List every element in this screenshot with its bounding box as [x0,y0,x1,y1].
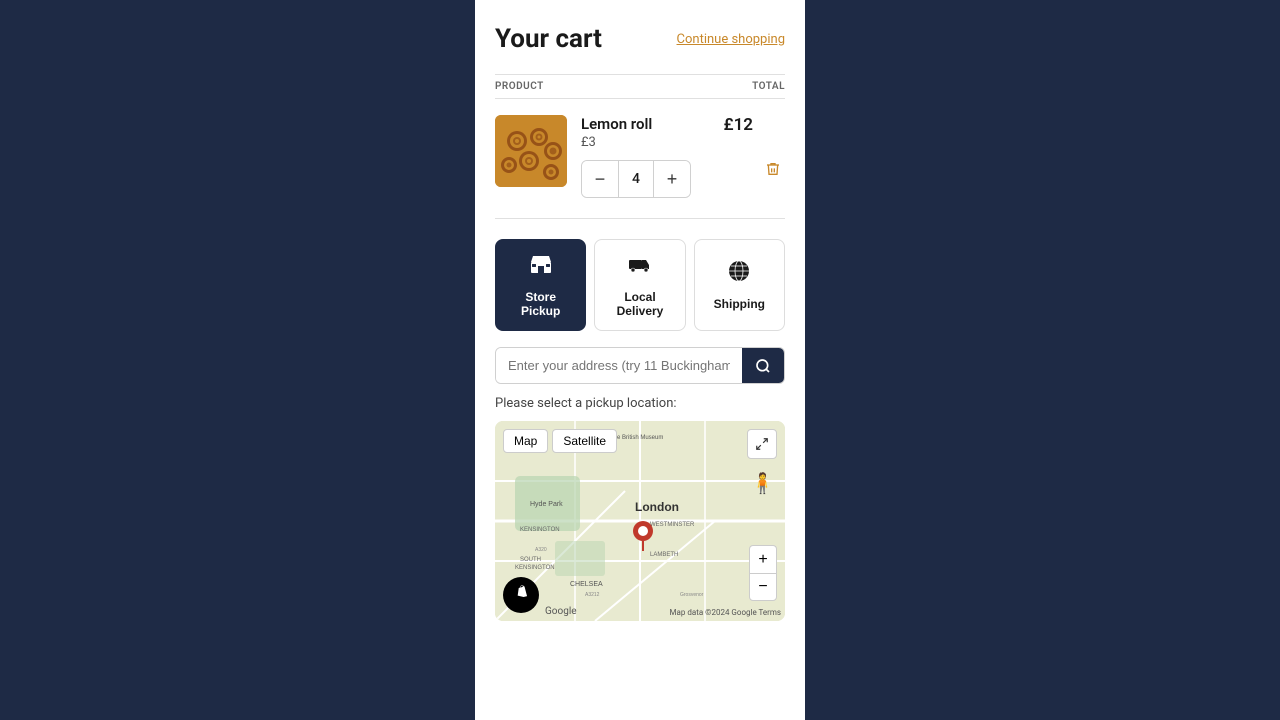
address-search-bar [495,347,785,384]
pegman-control[interactable]: 🧍 [750,471,775,495]
delivery-options: Store Pickup Local Delivery [495,218,785,331]
map-zoom-controls: + − [749,545,777,601]
item-name: Lemon roll [581,115,714,133]
quantity-value: 4 [618,161,654,197]
store-pickup-label: Store Pickup [504,290,577,318]
map-container[interactable]: Hyde Park London KENSINGTON WESTMINSTER … [495,421,785,621]
trash-icon [765,161,781,177]
svg-text:WESTMINSTER: WESTMINSTER [650,522,695,528]
continue-shopping-link[interactable]: Continue shopping [677,32,785,47]
search-icon [755,358,771,374]
local-delivery-label: Local Delivery [603,290,676,318]
item-total-price: £12 [724,115,753,135]
shopify-badge [503,577,539,613]
google-logo: Google [545,606,577,617]
zoom-out-button[interactable]: − [749,573,777,601]
satellite-view-button[interactable]: Satellite [552,429,617,453]
quantity-controls: − 4 + [581,160,691,198]
delete-item-button[interactable] [761,157,785,181]
truck-icon [628,252,652,276]
map-fullscreen-button[interactable] [747,429,777,459]
svg-text:London: London [635,500,679,514]
pickup-location-label: Please select a pickup location: [495,396,785,411]
address-input[interactable] [496,348,742,383]
svg-text:LAMBETH: LAMBETH [650,552,678,558]
item-details: Lemon roll £3 − 4 + [581,115,714,198]
local-delivery-icon [628,252,652,282]
store-icon [529,252,553,276]
svg-text:Grosvenor: Grosvenor [680,592,704,598]
table-header: PRODUCT TOTAL [495,74,785,99]
shipping-icon [727,259,751,289]
item-unit-price: £3 [581,135,714,150]
map-background: Hyde Park London KENSINGTON WESTMINSTER … [495,421,785,621]
svg-text:The British Museum: The British Museum [610,435,663,441]
shipping-label: Shipping [714,297,765,311]
product-image [495,115,567,187]
svg-text:Hyde Park: Hyde Park [530,501,563,508]
globe-icon [727,259,751,283]
product-column-header: PRODUCT [495,81,544,92]
total-column-header: TOTAL [752,81,785,92]
cart-container: Your cart Continue shopping PRODUCT TOTA… [475,0,805,720]
map-controls-top: Map Satellite [503,429,617,453]
address-search-button[interactable] [742,348,784,383]
cart-header: Your cart Continue shopping [495,24,785,54]
shipping-option[interactable]: Shipping [694,239,785,331]
svg-text:KENSINGTON: KENSINGTON [520,527,560,533]
svg-text:KENSINGTON: KENSINGTON [515,565,555,571]
increase-quantity-button[interactable]: + [654,161,690,197]
svg-text:CHELSEA: CHELSEA [570,581,603,588]
store-pickup-option[interactable]: Store Pickup [495,239,586,331]
zoom-in-button[interactable]: + [749,545,777,573]
map-attribution: Map data ©2024 Google Terms [670,608,781,617]
map-view-button[interactable]: Map [503,429,548,453]
decrease-quantity-button[interactable]: − [582,161,618,197]
local-delivery-option[interactable]: Local Delivery [594,239,685,331]
cart-item: Lemon roll £3 − 4 + £12 [495,115,785,198]
svg-text:A320: A320 [535,547,547,553]
shopify-icon [511,585,531,605]
svg-text:SOUTH: SOUTH [520,557,541,563]
svg-text:A3212: A3212 [585,592,600,598]
cart-title: Your cart [495,24,602,54]
store-pickup-icon [529,252,553,282]
fullscreen-icon [755,437,769,451]
